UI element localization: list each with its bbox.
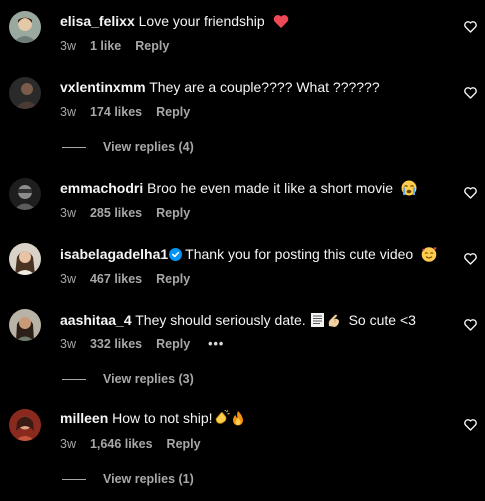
comment-line: elisa_felixx Love your friendship [60,12,289,33]
avatar[interactable] [9,309,41,341]
reply-button[interactable]: Reply [156,105,190,119]
comment-likes[interactable]: 174 likes [90,105,142,119]
crying-face-emoji-icon [401,180,417,200]
divider-line [62,479,86,481]
comment-meta: 3w 1 like Reply [60,38,169,54]
comment-text: Love your friendship [138,13,265,29]
comment-time: 3w [60,272,76,286]
view-replies-button[interactable]: View replies (4) [62,139,194,155]
view-replies-label: View replies (3) [103,372,194,386]
comment-username[interactable]: emmachodri [60,180,143,196]
avatar[interactable] [9,77,41,109]
view-replies-label: View replies (4) [103,140,194,154]
more-options-icon[interactable]: ••• [208,337,224,351]
avatar[interactable] [9,178,41,210]
avatar[interactable] [9,409,41,441]
comment-meta: 3w 332 likes Reply ••• [60,336,224,352]
reply-button[interactable]: Reply [156,272,190,286]
reply-button[interactable]: Reply [156,206,190,220]
comment-line: emmachodri Broo he even made it like a s… [60,179,417,200]
comment-meta: 3w 174 likes Reply [60,104,190,120]
heart-outline-icon[interactable] [464,319,477,331]
comment-text: Broo he even made it like a short movie [147,180,394,196]
fire-emoji-icon [231,410,245,430]
comment-username[interactable]: elisa_felixx [60,13,135,29]
receipt-emoji-icon [310,312,325,332]
comment-meta: 3w 285 likes Reply [60,205,190,221]
comment-text: They should seriously date. [135,312,306,328]
heart-outline-icon[interactable] [464,187,477,199]
view-replies-button[interactable]: View replies (1) [62,471,194,487]
divider-line [62,147,86,149]
view-replies-button[interactable]: View replies (3) [62,371,194,387]
comment-text: Thank you for posting this cute video [185,246,414,262]
comment-line: milleen How to not ship! [60,409,245,430]
reply-button[interactable]: Reply [167,437,201,451]
comment-likes[interactable]: 467 likes [90,272,142,286]
heart-outline-icon[interactable] [464,253,477,265]
smiling-face-with-hearts-emoji-icon [421,246,438,266]
comment-line: aashitaa_4 They should seriously date. S… [60,311,416,332]
view-replies-label: View replies (1) [103,472,194,486]
comment-time: 3w [60,39,76,53]
reply-button[interactable]: Reply [135,39,169,53]
comment-time: 3w [60,437,76,451]
comment-likes[interactable]: 1 like [90,39,121,53]
comment-meta: 3w 467 likes Reply [60,271,190,287]
comment-time: 3w [60,105,76,119]
comment-time: 3w [60,337,76,351]
comment-meta: 3w 1,646 likes Reply [60,436,201,452]
comment-username[interactable]: aashitaa_4 [60,312,132,328]
comment-username[interactable]: milleen [60,410,108,426]
heart-outline-icon[interactable] [464,21,477,33]
heart-outline-icon[interactable] [464,87,477,99]
comment-text: They are a couple???? What ?????? [149,79,380,95]
comment-text-after: So cute <3 [348,312,416,328]
comment-time: 3w [60,206,76,220]
verified-badge-icon [169,247,183,265]
comment-text: How to not ship! [112,410,213,426]
comment-line: isabelagadelha1 Thank you for posting thi… [60,245,438,266]
comment-likes[interactable]: 332 likes [90,337,142,351]
heart-outline-icon[interactable] [464,419,477,431]
comment-username[interactable]: isabelagadelha1 [60,246,168,262]
clapping-hands-emoji-icon [214,409,230,430]
comment-likes[interactable]: 285 likes [90,206,142,220]
pinching-hand-emoji-icon [326,312,341,332]
comment-line: vxlentinxmm They are a couple???? What ?… [60,78,380,96]
comment-username[interactable]: vxlentinxmm [60,79,146,95]
reply-button[interactable]: Reply [156,337,190,351]
avatar[interactable] [9,11,41,43]
divider-line [62,379,86,381]
comment-likes[interactable]: 1,646 likes [90,437,153,451]
avatar[interactable] [9,243,41,275]
red-heart-emoji-icon [273,14,289,33]
